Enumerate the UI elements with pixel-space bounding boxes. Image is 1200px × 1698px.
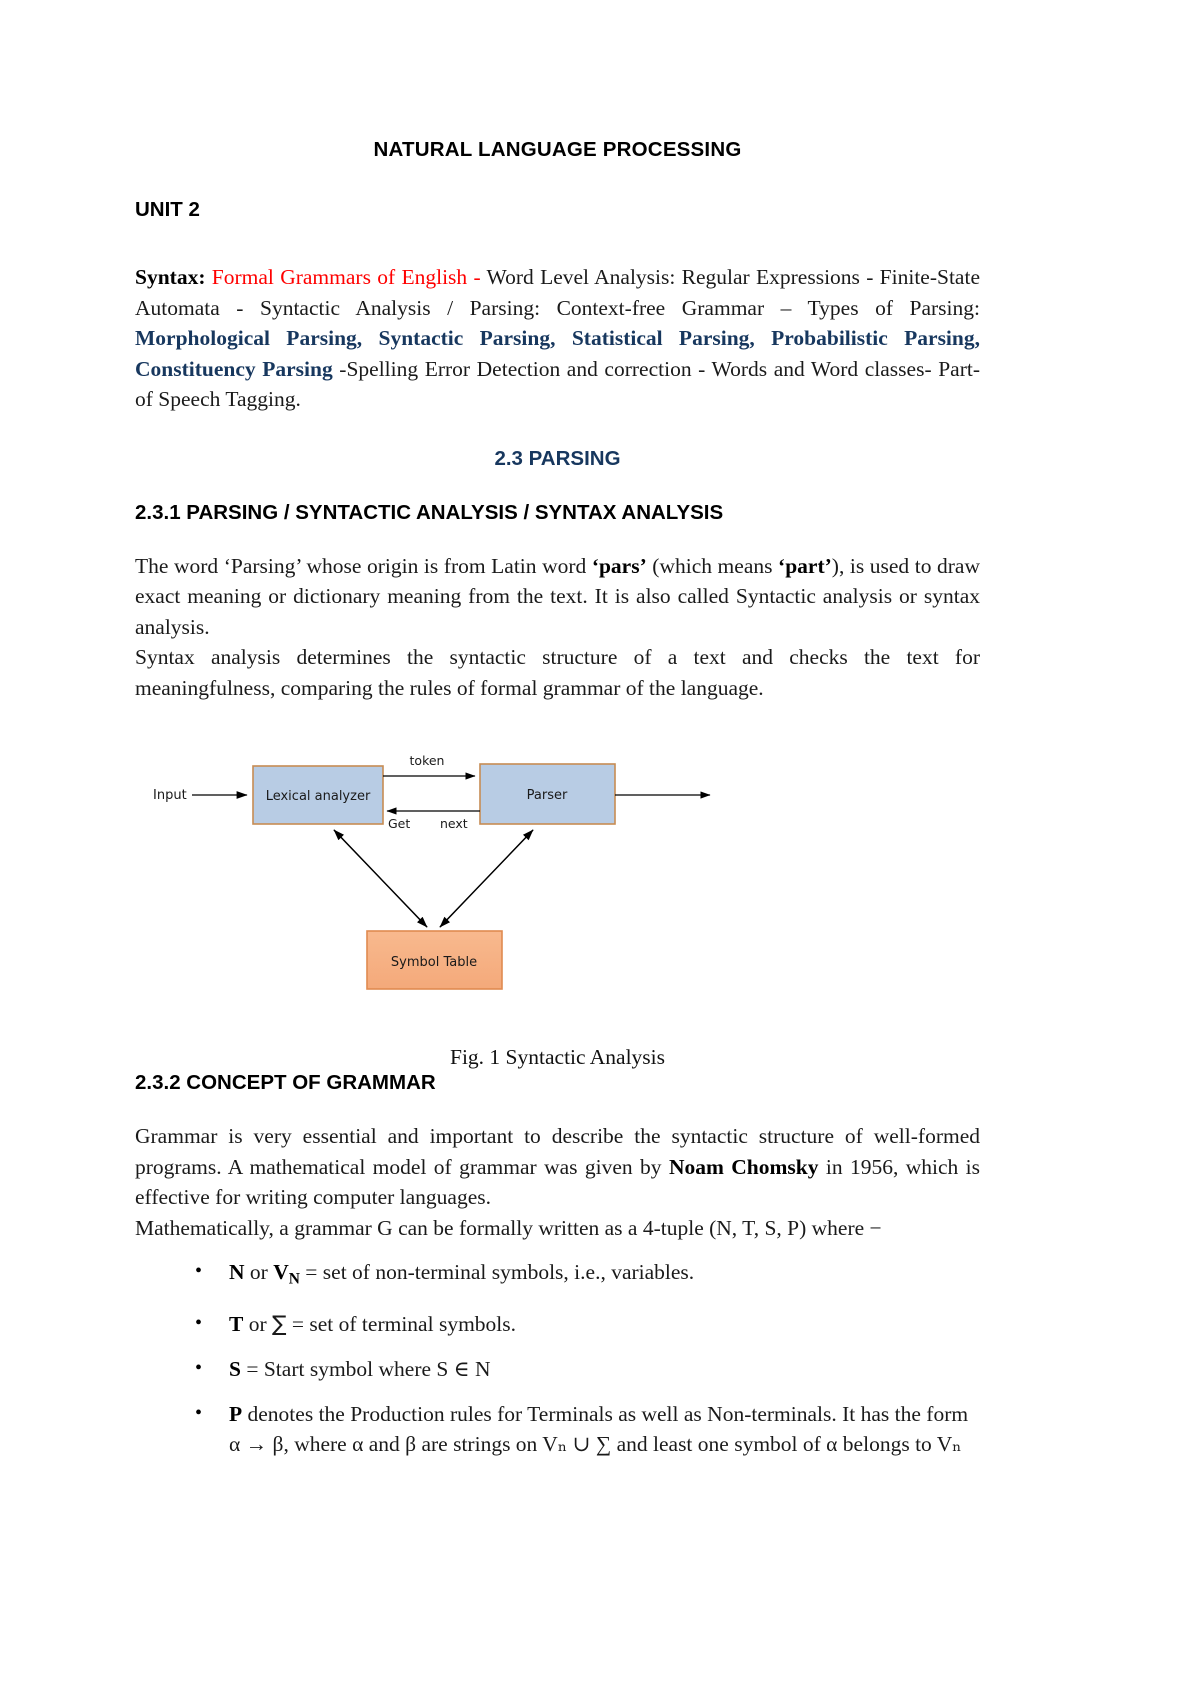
bullet-0-text-b: = set of non-terminal symbols, i.e., var… [299, 1260, 695, 1284]
list-item: T or ∑ = set of terminal symbols. [195, 1308, 980, 1341]
grammar-intro-bold-chomsky: Noam Chomsky [668, 1154, 819, 1179]
bullet-0-bold-lead: N [229, 1260, 245, 1284]
arrow-parser-to-symboltable [439, 829, 534, 928]
parsing-def-bold-pars: ‘pars’ [591, 553, 647, 578]
bullet-1-text-b: = set of terminal symbols. [286, 1311, 517, 1336]
document-page: NATURAL LANGUAGE PROCESSING UNIT 2 Synta… [0, 0, 1200, 1698]
grammar-components-list: N or VN = set of non-terminal symbols, i… [135, 1256, 980, 1460]
paragraph-syntax-analysis: Syntax analysis determines the syntactic… [135, 645, 980, 700]
bullet-0-subscript: N [288, 1270, 300, 1288]
syllabus-red-text: Formal Grammars of English - [211, 265, 487, 289]
syllabus-paragraph: Syntax: Formal Grammars of English - Wor… [135, 262, 980, 415]
figure-diagram-svg: Lexical analyzer Parser Symbol Table Inp… [153, 753, 711, 990]
figure-label-next: next [440, 816, 468, 831]
paragraph-parsing-definition: The word ‘Parsing’ whose origin is from … [135, 551, 980, 643]
node-parser-label: Parser [527, 788, 568, 803]
figure-syntactic-analysis: Lexical analyzer Parser Symbol Table Inp… [135, 751, 980, 1069]
list-item: N or VN = set of non-terminal symbols, i… [195, 1256, 980, 1295]
parsing-def-text-1: The word ‘Parsing’ whose origin is from … [135, 553, 592, 578]
bullet-1-bold-lead: T [229, 1311, 244, 1336]
node-lexical-analyzer-label: Lexical analyzer [266, 789, 371, 804]
bullet-3-text-b: denotes the Production rules for Termina… [229, 1401, 969, 1457]
bullet-2-text-b: = Start symbol where S ∈ N [240, 1357, 491, 1382]
bullet-2-bold-lead: S [229, 1357, 241, 1382]
bullet-0-text-a: or [244, 1260, 274, 1284]
figure-caption: Fig. 1 Syntactic Analysis [450, 1045, 665, 1069]
syllabus-label: Syntax: [135, 265, 206, 289]
section-heading-2-3: 2.3 PARSING [494, 446, 621, 470]
paragraph-grammar-intro: Grammar is very essential and important … [135, 1121, 980, 1213]
figure-label-input: Input [153, 788, 187, 803]
parsing-def-bold-part: ‘part’ [778, 553, 832, 578]
paragraph-grammar-tuple: Mathematically, a grammar G can be forma… [135, 1215, 882, 1240]
figure-label-token: token [410, 753, 445, 768]
arrow-lexer-to-symboltable [333, 829, 428, 928]
page-title: NATURAL LANGUAGE PROCESSING [373, 138, 742, 161]
figure-label-get: Get [388, 816, 410, 831]
bullet-3-bold-lead: P [229, 1401, 243, 1426]
syllabus-block: Syntax: Formal Grammars of English - Wor… [135, 262, 980, 415]
list-item: S = Start symbol where S ∈ N [195, 1353, 980, 1385]
bullet-1-text-a: or [243, 1311, 273, 1336]
subsection-heading-2-3-1: 2.3.1 PARSING / SYNTACTIC ANALYSIS / SYN… [135, 500, 724, 524]
node-symbol-table-label: Symbol Table [391, 955, 477, 970]
bullet-1-bold-symbol: ∑ [272, 1311, 287, 1337]
subsection-heading-2-3-2: 2.3.2 CONCEPT OF GRAMMAR [135, 1071, 436, 1094]
page-content: NATURAL LANGUAGE PROCESSING UNIT 2 Synta… [135, 0, 980, 1474]
bullet-0-bold-symbol: V [273, 1260, 289, 1284]
unit-heading: UNIT 2 [135, 198, 200, 221]
parsing-def-text-2: (which means [646, 553, 779, 578]
list-item: P denotes the Production rules for Termi… [195, 1398, 980, 1460]
